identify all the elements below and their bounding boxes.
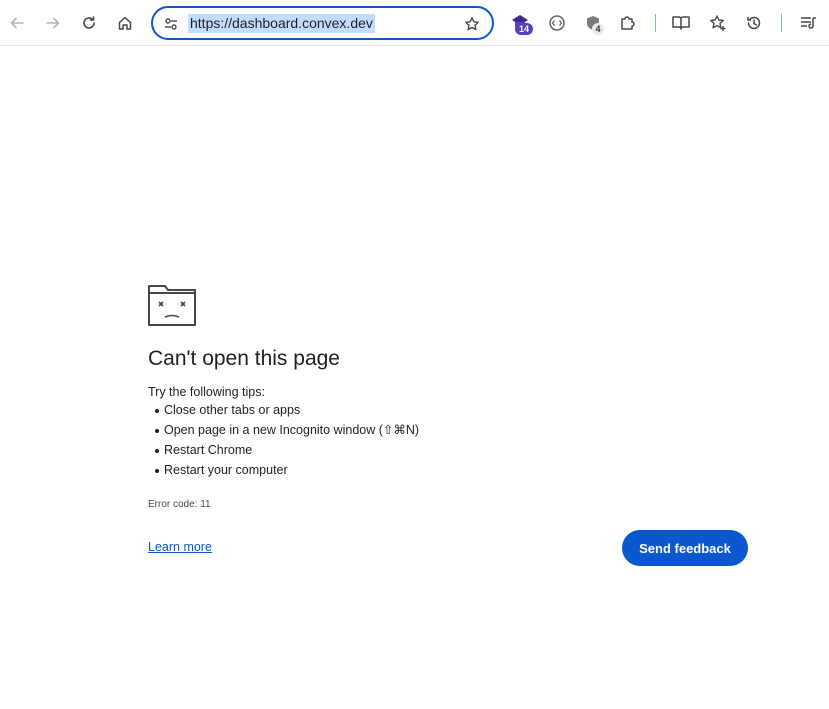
back-button[interactable]	[3, 9, 31, 37]
reading-mode-button[interactable]	[667, 9, 695, 37]
extensions-puzzle-icon	[621, 16, 635, 30]
url-text[interactable]: https://dashboard.convex.dev	[188, 14, 375, 33]
home-icon	[118, 16, 132, 30]
list-item: Open page in a new Incognito window (⇧⌘N…	[148, 423, 419, 443]
list-item: Restart your computer	[148, 463, 419, 483]
reload-button[interactable]	[75, 9, 103, 37]
tips-intro: Try the following tips:	[148, 385, 265, 399]
browser-toolbar: https://dashboard.convex.dev 14 4	[0, 0, 829, 46]
tips-list: Close other tabs or apps Open page in a …	[148, 403, 419, 483]
home-button[interactable]	[111, 9, 139, 37]
shield-extension-button[interactable]: 4	[579, 9, 607, 37]
list-item: Close other tabs or apps	[148, 403, 419, 423]
error-title: Can't open this page	[148, 347, 340, 370]
reading-mode-icon	[672, 16, 690, 30]
learn-more-link[interactable]: Learn more	[148, 540, 212, 554]
graduation-extension-button[interactable]: 14	[507, 9, 535, 37]
forward-icon	[46, 17, 60, 29]
reading-list-icon	[801, 17, 816, 29]
shield-badge: 4	[592, 23, 604, 35]
reading-list-button[interactable]	[794, 9, 822, 37]
favorites-icon	[710, 15, 726, 31]
bookmark-star-icon[interactable]	[462, 14, 482, 34]
send-feedback-button[interactable]: Send feedback	[622, 530, 748, 566]
history-icon	[747, 16, 761, 30]
error-code: Error code: 11	[148, 499, 211, 510]
code-extension-button[interactable]	[543, 9, 571, 37]
history-button[interactable]	[740, 9, 768, 37]
toolbar-separator	[655, 14, 656, 32]
site-info-icon[interactable]	[161, 14, 181, 34]
forward-button[interactable]	[39, 9, 67, 37]
toolbar-separator-2	[781, 14, 782, 32]
back-icon	[10, 17, 24, 29]
address-bar[interactable]: https://dashboard.convex.dev	[151, 6, 494, 40]
sad-folder-icon	[148, 285, 196, 326]
graduation-badge: 14	[515, 23, 533, 35]
reload-icon	[83, 16, 95, 29]
extensions-button[interactable]	[614, 9, 642, 37]
favorites-button[interactable]	[704, 9, 732, 37]
list-item: Restart Chrome	[148, 443, 419, 463]
code-extension-icon	[549, 15, 565, 31]
